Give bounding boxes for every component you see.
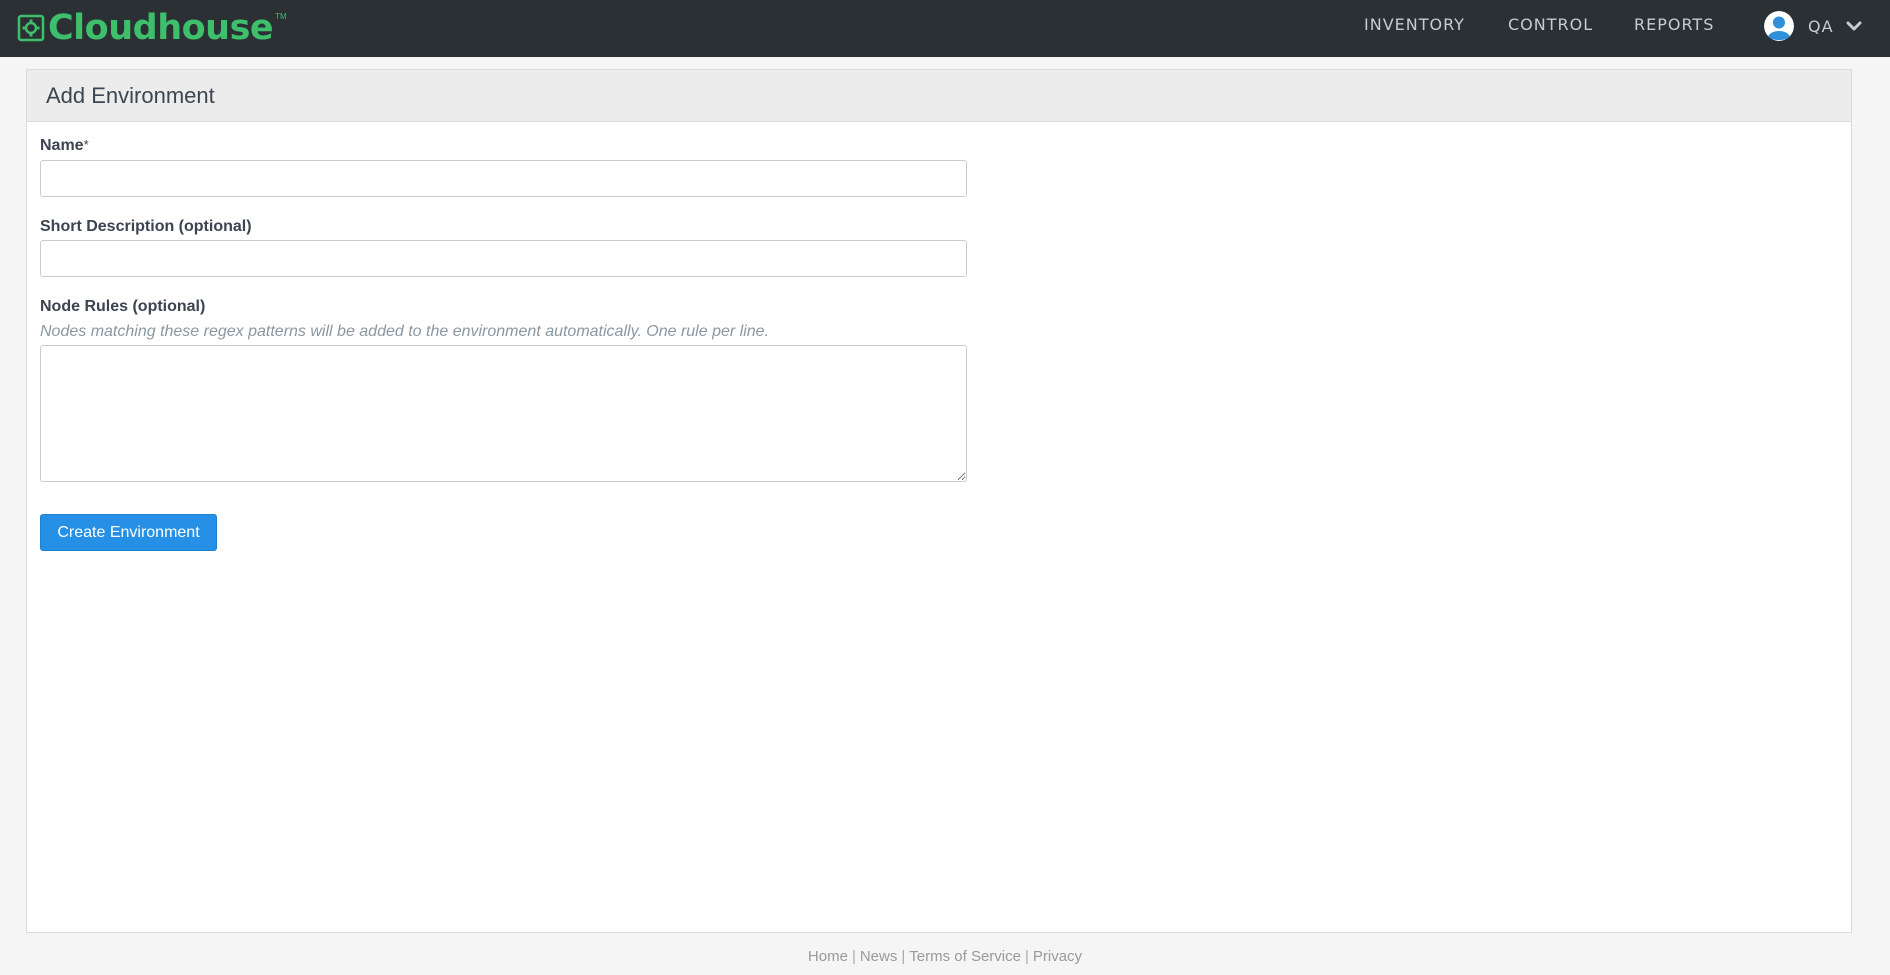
chevron-down-icon[interactable] (1846, 20, 1862, 32)
name-label: Name* (40, 137, 89, 155)
name-label-text: Name (40, 137, 84, 154)
user-avatar-icon (1764, 11, 1794, 41)
name-input[interactable] (40, 160, 967, 197)
node-rules-textarea[interactable] (40, 345, 967, 482)
required-marker: * (83, 137, 89, 152)
footer-separator: | (901, 948, 906, 965)
node-rules-hint: Nodes matching these regex patterns will… (40, 323, 769, 340)
nav-item-inventory[interactable]: INVENTORY (1364, 0, 1465, 50)
short-description-input[interactable] (40, 240, 967, 277)
footer-link-home[interactable]: Home (808, 948, 848, 965)
top-navigation-bar: Cloudhouse TM INVENTORY CONTROL REPORTS … (0, 0, 1890, 57)
gear-logo-icon (17, 14, 45, 42)
description-label: Short Description (optional) (40, 218, 252, 235)
brand-name: Cloudhouse (48, 8, 274, 48)
footer-separator: | (851, 948, 856, 965)
page-title: Add Environment (46, 82, 215, 108)
create-environment-button[interactable]: Create Environment (40, 514, 217, 551)
trademark-mark: TM (275, 12, 287, 21)
brand-logo[interactable]: Cloudhouse TM (16, 6, 287, 50)
user-name: QA (1808, 16, 1834, 36)
nav-item-reports[interactable]: REPORTS (1634, 0, 1714, 50)
footer-link-privacy[interactable]: Privacy (1033, 948, 1082, 965)
footer-links: Home | News | Terms of Service | Privacy (0, 948, 1890, 965)
nav-item-control[interactable]: CONTROL (1508, 0, 1593, 50)
footer-separator: | (1024, 948, 1029, 965)
footer-link-terms[interactable]: Terms of Service (909, 948, 1021, 965)
add-environment-panel: Add Environment Name* Short Description … (26, 69, 1852, 933)
node-rules-label: Node Rules (optional) (40, 298, 206, 315)
user-menu[interactable]: QA (1764, 10, 1862, 42)
panel-header: Add Environment (27, 70, 1851, 122)
footer-link-news[interactable]: News (860, 948, 898, 965)
